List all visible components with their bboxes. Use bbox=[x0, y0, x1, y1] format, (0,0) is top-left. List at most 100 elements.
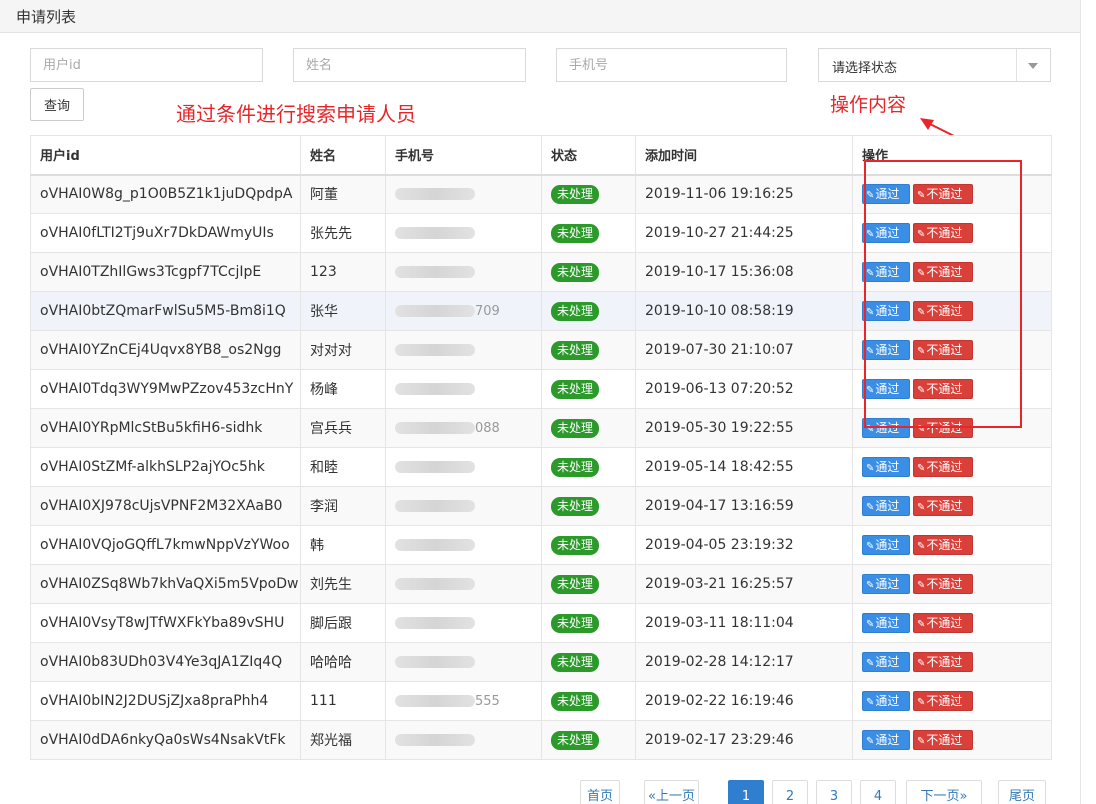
reject-button[interactable]: ✎不通过 bbox=[913, 535, 973, 555]
reject-button[interactable]: ✎不通过 bbox=[913, 730, 973, 750]
page-button-3[interactable]: 3 bbox=[816, 780, 852, 804]
reject-button[interactable]: ✎不通过 bbox=[913, 262, 973, 282]
approve-button[interactable]: ✎通过 bbox=[862, 223, 910, 243]
status-badge: 未处理 bbox=[551, 184, 600, 204]
approve-button[interactable]: ✎通过 bbox=[862, 418, 910, 438]
approve-button[interactable]: ✎通过 bbox=[862, 496, 910, 516]
reject-label: 不通过 bbox=[926, 460, 963, 474]
reject-label: 不通过 bbox=[926, 694, 963, 708]
status-select[interactable]: 请选择状态 bbox=[818, 48, 1051, 82]
reject-button[interactable]: ✎不通过 bbox=[913, 496, 973, 516]
reject-button[interactable]: ✎不通过 bbox=[913, 184, 973, 205]
approve-button[interactable]: ✎通过 bbox=[862, 730, 910, 750]
table-row: oVHAI0YZnCEj4Uqvx8YB8_os2Ngg 对对对 未处理 2019-0… bbox=[30, 330, 1052, 370]
blurred-phone-mask bbox=[395, 656, 475, 668]
cell-added-time: 2019-04-05 23:19:32 bbox=[635, 525, 853, 565]
reject-label: 不通过 bbox=[926, 499, 963, 513]
cell-added-time: 2019-03-11 18:11:04 bbox=[635, 603, 853, 643]
cell-name: 对对对 bbox=[300, 330, 386, 370]
query-button[interactable]: 查询 bbox=[30, 88, 84, 121]
approve-button[interactable]: ✎通过 bbox=[862, 574, 910, 594]
cell-phone bbox=[385, 369, 542, 409]
status-badge: 未处理 bbox=[551, 652, 600, 672]
page-button-1[interactable]: 1 bbox=[728, 780, 764, 804]
cell-user-id: oVHAI0XJ978cUjsVPNF2M32XAaB0 bbox=[30, 486, 301, 526]
cell-status: 未处理 bbox=[541, 525, 636, 565]
reject-button[interactable]: ✎不通过 bbox=[913, 574, 973, 594]
reject-button[interactable]: ✎不通过 bbox=[913, 223, 973, 243]
cell-user-id: oVHAI0W8g_p1O0B5Z1k1juDQpdpA bbox=[30, 174, 301, 214]
first-page-button[interactable]: 首页 bbox=[580, 780, 620, 804]
cell-actions: ✎通过 ✎不通过 bbox=[852, 447, 1052, 487]
edit-icon: ✎ bbox=[917, 580, 926, 591]
reject-button[interactable]: ✎不通过 bbox=[913, 457, 973, 477]
cell-added-time: 2019-10-10 08:58:19 bbox=[635, 291, 853, 331]
approve-button[interactable]: ✎通过 bbox=[862, 691, 910, 711]
cell-name: 张华 bbox=[300, 291, 386, 331]
reject-button[interactable]: ✎不通过 bbox=[913, 340, 973, 360]
caret-down-icon[interactable] bbox=[1028, 63, 1038, 69]
cell-actions: ✎通过 ✎不通过 bbox=[852, 252, 1052, 292]
reject-label: 不通过 bbox=[926, 226, 963, 240]
cell-actions: ✎通过 ✎不通过 bbox=[852, 291, 1052, 331]
reject-button[interactable]: ✎不通过 bbox=[913, 613, 973, 633]
approve-button[interactable]: ✎通过 bbox=[862, 301, 910, 321]
approve-button[interactable]: ✎通过 bbox=[862, 613, 910, 633]
approve-button[interactable]: ✎通过 bbox=[862, 652, 910, 672]
reject-button[interactable]: ✎不通过 bbox=[913, 418, 973, 438]
blurred-phone-mask bbox=[395, 695, 475, 707]
edit-icon: ✎ bbox=[866, 424, 875, 435]
cell-name: 刘先生 bbox=[300, 564, 386, 604]
table-row: oVHAI0StZMf-alkhSLP2ajYOc5hk 和睦 未处理 2019-05… bbox=[30, 447, 1052, 487]
table-row: oVHAI0dDA6nkyQa0sWs4NsakVtFk 郑光福 未处理 2019-0… bbox=[30, 720, 1052, 760]
status-select-value: 请选择状态 bbox=[832, 61, 898, 76]
prev-page-button[interactable]: «上一页 bbox=[644, 780, 699, 804]
reject-label: 不通过 bbox=[926, 421, 963, 435]
blurred-phone-mask bbox=[395, 734, 475, 746]
approve-button[interactable]: ✎通过 bbox=[862, 379, 910, 399]
page-button-4[interactable]: 4 bbox=[860, 780, 896, 804]
approve-button[interactable]: ✎通过 bbox=[862, 535, 910, 555]
cell-phone bbox=[385, 525, 542, 565]
status-badge: 未处理 bbox=[551, 223, 600, 243]
cell-user-id: oVHAI0VsyT8wJTfWXFkYba89vSHU bbox=[30, 603, 301, 643]
edit-icon: ✎ bbox=[917, 424, 926, 435]
name-input[interactable] bbox=[293, 48, 526, 82]
table-row: oVHAI0TZhIlGws3Tcgpf7TCcjIpE 123 未处理 2019-1… bbox=[30, 252, 1052, 292]
cell-name: 和睦 bbox=[300, 447, 386, 487]
table-row: oVHAI0W8g_p1O0B5Z1k1juDQpdpA 阿董 未处理 2019-11… bbox=[30, 174, 1052, 214]
approve-button[interactable]: ✎通过 bbox=[862, 457, 910, 477]
column-header-user-id: 用户id bbox=[30, 135, 301, 176]
phone-input[interactable] bbox=[556, 48, 787, 82]
cell-status: 未处理 bbox=[541, 291, 636, 331]
column-header-name: 姓名 bbox=[300, 135, 386, 176]
approve-button[interactable]: ✎通过 bbox=[862, 184, 910, 205]
approve-label: 通过 bbox=[875, 616, 900, 630]
status-badge: 未处理 bbox=[551, 730, 600, 750]
cell-added-time: 2019-03-21 16:25:57 bbox=[635, 564, 853, 604]
reject-label: 不通过 bbox=[926, 616, 963, 630]
approve-button[interactable]: ✎通过 bbox=[862, 262, 910, 282]
cell-actions: ✎通过 ✎不通过 bbox=[852, 603, 1052, 643]
approve-label: 通过 bbox=[875, 499, 900, 513]
page-button-2[interactable]: 2 bbox=[772, 780, 808, 804]
phone-tail-text: 088 bbox=[475, 421, 500, 436]
reject-button[interactable]: ✎不通过 bbox=[913, 301, 973, 321]
status-badge: 未处理 bbox=[551, 418, 600, 438]
cell-added-time: 2019-05-14 18:42:55 bbox=[635, 447, 853, 487]
last-page-button[interactable]: 尾页 bbox=[998, 780, 1046, 804]
approve-button[interactable]: ✎通过 bbox=[862, 340, 910, 360]
reject-button[interactable]: ✎不通过 bbox=[913, 379, 973, 399]
blurred-phone-mask bbox=[395, 266, 475, 278]
edit-icon: ✎ bbox=[917, 658, 926, 669]
status-badge: 未处理 bbox=[551, 457, 600, 477]
approve-label: 通过 bbox=[875, 694, 900, 708]
reject-button[interactable]: ✎不通过 bbox=[913, 691, 973, 711]
status-badge: 未处理 bbox=[551, 340, 600, 360]
reject-button[interactable]: ✎不通过 bbox=[913, 652, 973, 672]
cell-user-id: oVHAI0Tdq3WY9MwPZzov453zcHnY bbox=[30, 369, 301, 409]
next-page-button[interactable]: 下一页» bbox=[906, 780, 982, 804]
user-id-input[interactable] bbox=[30, 48, 263, 82]
cell-name: 张先先 bbox=[300, 213, 386, 253]
cell-phone: 088 bbox=[385, 408, 542, 448]
